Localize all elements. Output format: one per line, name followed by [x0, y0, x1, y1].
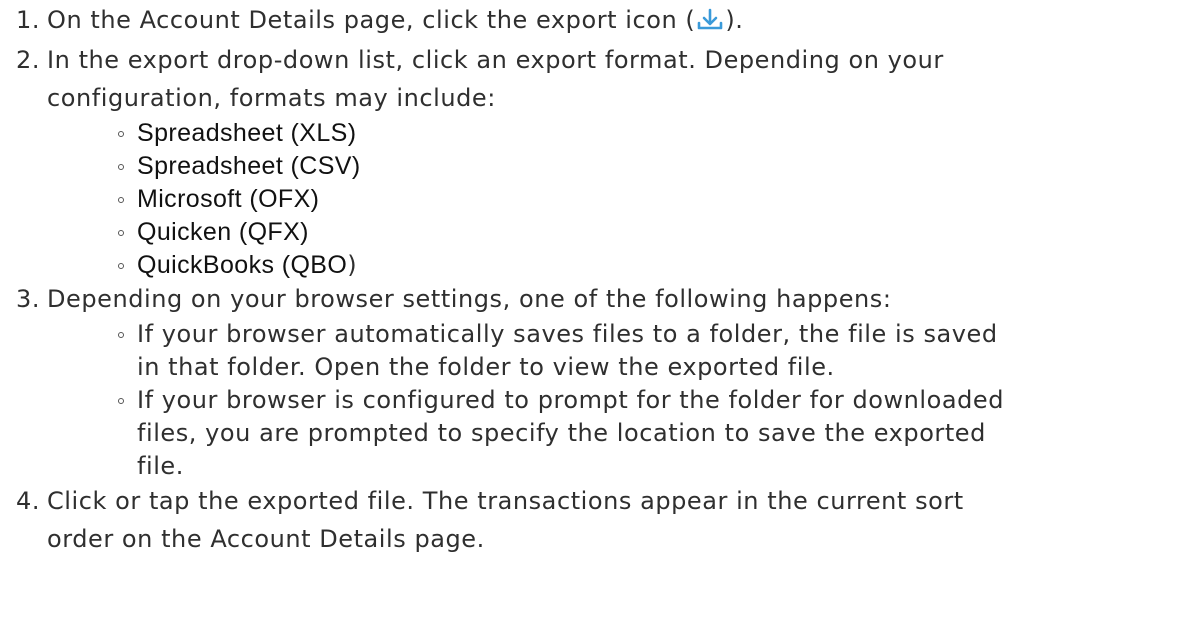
bullet-icon: [118, 197, 124, 203]
step-number: 3.: [16, 285, 40, 313]
instructions-document: 1. On the Account Details page, click th…: [0, 0, 1198, 625]
bullet-icon: [118, 332, 124, 338]
browser-behavior-item: If your browser is configured to prompt …: [92, 384, 1198, 483]
behavior-line: If your browser automatically saves file…: [137, 320, 998, 348]
bullet-icon: [118, 230, 124, 236]
download-icon: [696, 8, 724, 32]
format-label: QuickBooks (QBO: [137, 251, 348, 279]
step-1-text-before-icon: On the Account Details page, click the e…: [47, 6, 696, 34]
behavior-line: files, you are prompted to specify the l…: [137, 419, 986, 447]
bullet-icon: [118, 398, 124, 404]
bullet-icon: [118, 164, 124, 170]
format-item: Spreadsheet (XLS): [92, 117, 1198, 150]
step-2: 2. In the export drop-down list, click a…: [0, 41, 1198, 282]
format-item: QuickBooks (QBO): [92, 249, 1198, 282]
bullet-icon: [118, 263, 124, 269]
format-item: Quicken (QFX): [92, 216, 1198, 249]
format-label: Spreadsheet (XLS): [137, 119, 357, 147]
behavior-line: file.: [137, 452, 184, 480]
step-4-line-1: Click or tap the exported file. The tran…: [47, 487, 964, 515]
step-number: 2.: [16, 46, 40, 74]
step-3: 3. Depending on your browser settings, o…: [0, 280, 1198, 483]
format-label: Microsoft (OFX): [137, 185, 320, 213]
step-4: 4. Click or tap the exported file. The t…: [0, 482, 1198, 558]
step-2-line-1: In the export drop-down list, click an e…: [47, 46, 944, 74]
step-2-line-2: configuration, formats may include:: [47, 84, 496, 112]
step-3-text: Depending on your browser settings, one …: [47, 285, 892, 313]
behavior-line: in that folder. Open the folder to view …: [137, 353, 835, 381]
browser-behavior-item: If your browser automatically saves file…: [92, 318, 1198, 384]
browser-behavior-list: If your browser automatically saves file…: [47, 318, 1198, 483]
format-item: Spreadsheet (CSV): [92, 150, 1198, 183]
step-4-line-2: order on the Account Details page.: [47, 525, 485, 553]
bullet-icon: [118, 131, 124, 137]
step-1: 1. On the Account Details page, click th…: [0, 1, 1198, 39]
step-1-text-after-icon: ).: [725, 6, 744, 34]
export-format-list: Spreadsheet (XLS) Spreadsheet (CSV) Micr…: [47, 117, 1198, 282]
step-text: On the Account Details page, click the e…: [47, 1, 1198, 39]
format-label: Quicken (QFX): [137, 218, 309, 246]
format-label: Spreadsheet (CSV): [137, 152, 361, 180]
step-number: 1.: [16, 6, 40, 34]
closing-paren: ): [347, 251, 358, 279]
behavior-line: If your browser is configured to prompt …: [137, 386, 1005, 414]
step-number: 4.: [16, 487, 40, 515]
format-item: Microsoft (OFX): [92, 183, 1198, 216]
